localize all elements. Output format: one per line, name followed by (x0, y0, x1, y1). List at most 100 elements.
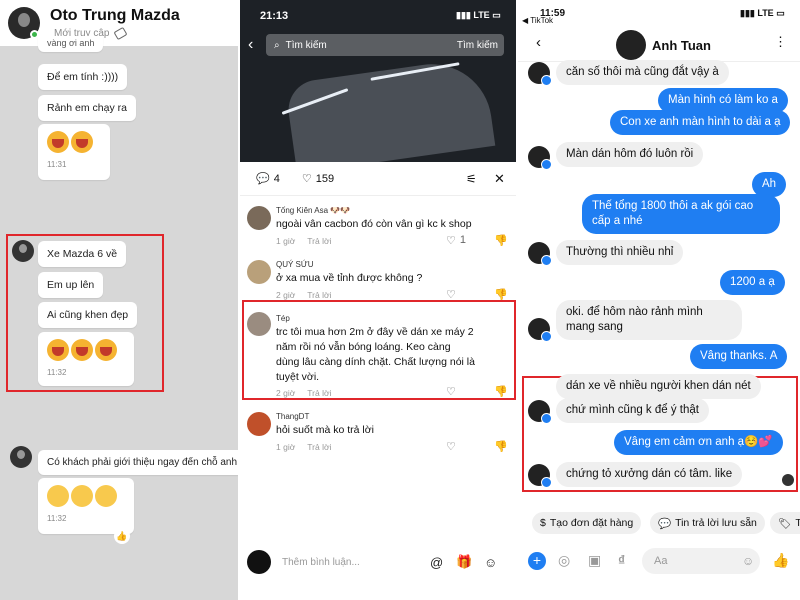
car-shape (284, 56, 496, 162)
comment-meta: 2 giờ Trả lời (276, 388, 332, 398)
commenter-name[interactable]: ThangDT (276, 412, 309, 421)
heart-icon: ♡ (446, 386, 456, 398)
video-preview[interactable]: 21:13 ▮▮▮ LTE ▭ ‹ ⌕ Tìm kiếm Tìm kiếm (240, 0, 516, 162)
incoming-message[interactable]: oki. để hôm nào rảnh mình mang sang (556, 300, 742, 340)
status-time: 21:13 (260, 10, 289, 22)
commenter-avatar[interactable] (247, 206, 271, 230)
message-bubble[interactable]: Rảnh em chạy ra (38, 95, 136, 121)
commenter-name[interactable]: Tống Kiên Asa 🐶🐶 (276, 206, 350, 215)
network-indicator: ▮▮▮ LTE ▭ (456, 10, 501, 20)
back-to-app[interactable]: ◀ TikTok (522, 16, 553, 25)
sender-avatar[interactable] (528, 242, 552, 266)
comment-count[interactable]: 💬 4 (256, 172, 280, 186)
react-like-icon[interactable]: 👍 (114, 528, 130, 544)
camera-icon[interactable]: ◎ (558, 552, 570, 569)
image-icon[interactable]: ▣ (588, 552, 601, 569)
search-bar[interactable]: ⌕ Tìm kiếm Tìm kiếm (266, 34, 504, 56)
search-icon: ⌕ (274, 39, 280, 51)
search-button[interactable]: Tìm kiếm (457, 40, 498, 51)
comment-like[interactable]: ♡ (446, 440, 456, 453)
ok-hand-emoji-icon (71, 485, 93, 507)
incoming-message[interactable]: căn số thôi mà cũng đắt vậy à (556, 60, 729, 85)
quick-action-create-order[interactable]: $ Tạo đơn đặt hàng (532, 512, 642, 534)
incoming-message[interactable]: chứ mình cũng k để ý thật (556, 398, 709, 423)
dislike-icon[interactable]: 👎 (494, 234, 508, 247)
emoji-icon[interactable]: ☺ (742, 554, 754, 568)
outgoing-message[interactable]: Thế tổng 1800 thôi a ak gói cao cấp a nh… (582, 194, 780, 234)
outgoing-message[interactable]: 1200 a ạ (720, 270, 785, 295)
comment-meta: 2 giờ Trả lời (276, 290, 332, 300)
comment-text: hỏi suốt mà ko trả lời (276, 424, 374, 436)
like-count[interactable]: ♡ 159 (302, 172, 334, 186)
commenter-avatar[interactable] (247, 412, 271, 436)
message-bubble[interactable]: Ai cũng khen đẹp (38, 302, 138, 328)
heart-icon: ♡ (446, 235, 456, 247)
commenter-name[interactable]: Tép (276, 314, 290, 323)
comment-text: trc tôi mua hơn 2m ở đây về dán xe máy 2… (276, 326, 475, 383)
sender-avatar[interactable] (10, 446, 32, 468)
currency-icon[interactable]: ₫ (618, 552, 625, 568)
contact-name[interactable]: Oto Trung Mazda (50, 7, 180, 25)
reply-link[interactable]: Trả lời (307, 236, 331, 246)
zalo-chat-panel: Oto Trung Mazda Mới truy cập vàng ơi anh… (0, 0, 238, 600)
sender-avatar[interactable] (528, 318, 552, 342)
message-time: 11:31 (47, 160, 67, 169)
dollar-icon: $ (540, 517, 546, 529)
crying-emoji-icon (47, 131, 69, 153)
comment-meta: 1 giờ Trả lời (276, 442, 332, 452)
reply-link[interactable]: Trả lời (307, 290, 331, 300)
dislike-icon[interactable]: 👎 (494, 440, 508, 453)
sender-avatar[interactable] (528, 146, 552, 170)
comment-input-bar: Thêm bình luận... @ 🎁 ☺ (240, 542, 516, 582)
sender-avatar[interactable] (528, 400, 552, 424)
message-time: 11:32 (47, 514, 67, 523)
message-bubble[interactable]: vàng ơi anh (38, 36, 104, 52)
more-options-icon[interactable]: ⋮ (774, 34, 787, 50)
sender-avatar[interactable] (528, 62, 552, 86)
quick-action-tag[interactable]: 🏷 T (770, 512, 800, 534)
incoming-message[interactable]: Màn dán hôm đó luôn rồi (556, 142, 704, 167)
sender-avatar[interactable] (12, 240, 34, 262)
sender-avatar[interactable] (528, 464, 552, 488)
back-arrow-icon[interactable]: ‹ (536, 34, 541, 51)
comment-item: Tống Kiên Asa 🐶🐶 ngoài vân cacbon đó còn… (240, 204, 516, 256)
outgoing-message[interactable]: Vâng thanks. A (690, 344, 788, 369)
incoming-message[interactable]: dán xe về nhiều người khen dán nét (556, 374, 761, 399)
plus-icon[interactable]: + (528, 552, 546, 570)
emoji-message[interactable]: 11:32 (38, 478, 134, 534)
message-bubble[interactable]: Em up lên (38, 272, 104, 298)
filter-icon[interactable]: ⚟ (466, 172, 477, 186)
close-icon[interactable]: ✕ (494, 171, 505, 187)
message-bubble[interactable]: Có khách phải giới thiệu ngay đến chỗ an… (38, 450, 238, 475)
back-arrow-icon[interactable]: ‹ (248, 36, 253, 54)
reply-link[interactable]: Trả lời (307, 388, 331, 398)
commenter-avatar[interactable] (247, 312, 271, 336)
emoji-message[interactable]: 11:31 (38, 124, 110, 180)
quick-action-saved-replies[interactable]: 💬 Tin trả lời lưu sẵn (650, 512, 765, 534)
outgoing-message[interactable]: Con xe anh màn hình to dài a ạ (610, 110, 791, 135)
crying-emoji-icon (95, 339, 117, 361)
dislike-icon[interactable]: 👎 (494, 385, 508, 398)
mention-icon[interactable]: @ (430, 555, 443, 570)
comment-input[interactable]: Thêm bình luận... (282, 557, 360, 568)
emoji-icon[interactable]: ☺ (484, 555, 497, 570)
tag-icon[interactable] (113, 26, 128, 41)
contact-name[interactable]: Anh Tuan (652, 38, 711, 53)
outgoing-message[interactable]: Vâng em cảm ơn anh ạ☺️💕 (614, 430, 783, 455)
commenter-name[interactable]: QUÝ SỨU (276, 260, 314, 269)
incoming-message[interactable]: chứng tỏ xưởng dán có tâm. like (556, 462, 743, 487)
comments-toolbar: 💬 4 ♡ 159 ⚟ ✕ (240, 162, 516, 196)
incoming-message[interactable]: Thường thì nhiều nhỉ (556, 240, 684, 265)
contact-avatar[interactable] (616, 30, 646, 60)
commenter-avatar[interactable] (247, 260, 271, 284)
network-indicator: ▮▮▮ LTE ▭ (740, 8, 785, 18)
emoji-message[interactable]: 11:32 (38, 332, 134, 386)
gift-icon[interactable]: 🎁 (456, 554, 472, 570)
comment-like[interactable]: ♡ 1 (446, 234, 466, 247)
message-bubble[interactable]: Xe Mazda 6 về (38, 241, 127, 267)
like-icon[interactable]: 👍 (772, 552, 789, 569)
reply-link[interactable]: Trả lời (307, 442, 331, 452)
comment-like[interactable]: ♡ (446, 385, 456, 398)
message-bubble[interactable]: Để em tính :)))) (38, 64, 128, 90)
crying-emoji-icon (47, 339, 69, 361)
